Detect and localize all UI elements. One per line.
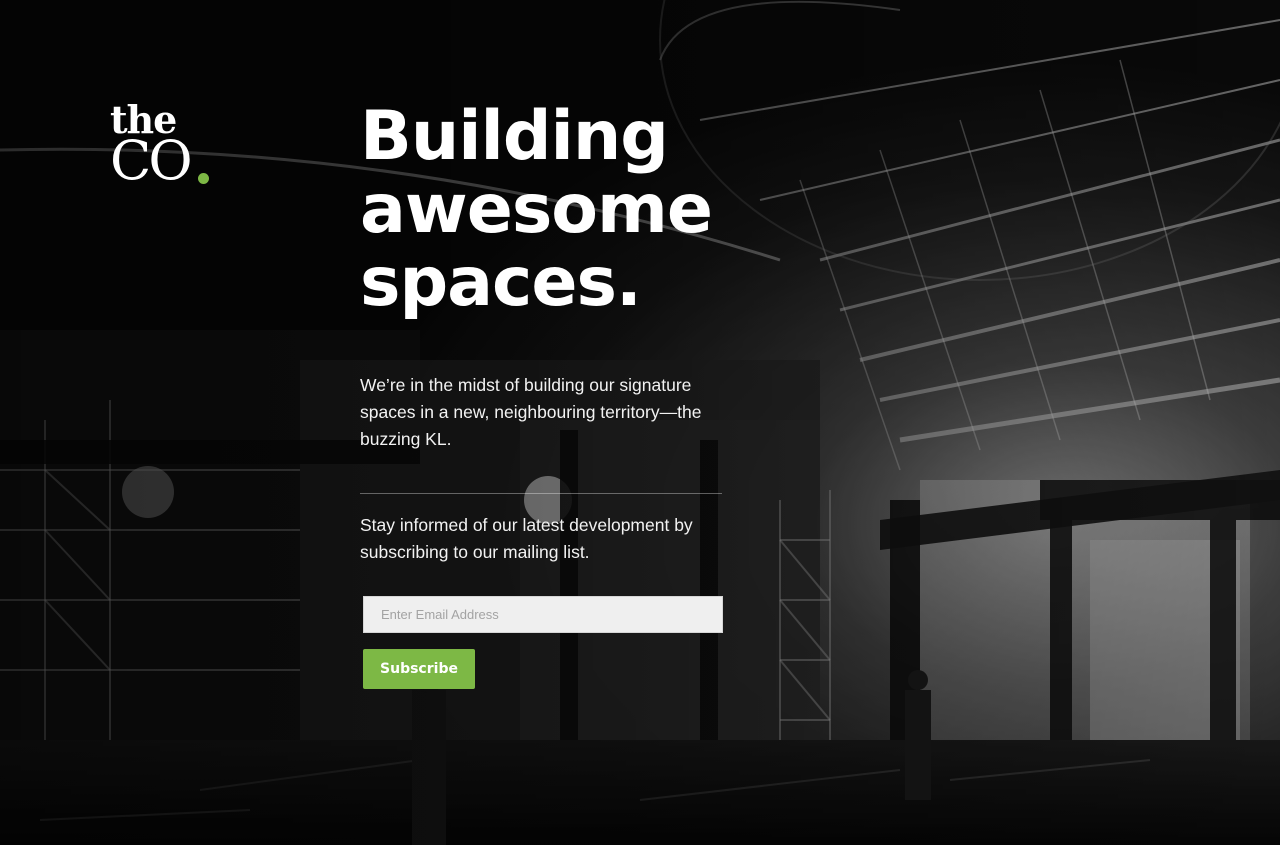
brand-logo[interactable]: the CO: [110, 100, 220, 190]
logo-dot-icon: [198, 173, 209, 184]
hero-intro-text: We’re in the midst of building our signa…: [360, 375, 702, 449]
landing-page: the CO Building awesome spaces. We’re in…: [0, 0, 1280, 845]
headline-line-2: awesome: [360, 170, 713, 249]
hero-content: Building awesome spaces. We’re in the mi…: [360, 100, 740, 689]
headline-line-1: Building: [360, 97, 669, 176]
subscribe-button[interactable]: Subscribe: [363, 649, 475, 689]
email-input[interactable]: [363, 596, 723, 633]
newsletter-description: Stay informed of our latest development …: [360, 515, 693, 562]
hero-headline: Building awesome spaces.: [360, 100, 740, 319]
section-divider: [360, 493, 722, 494]
logo-line-co: CO: [110, 129, 193, 192]
headline-line-3: spaces.: [360, 243, 642, 322]
